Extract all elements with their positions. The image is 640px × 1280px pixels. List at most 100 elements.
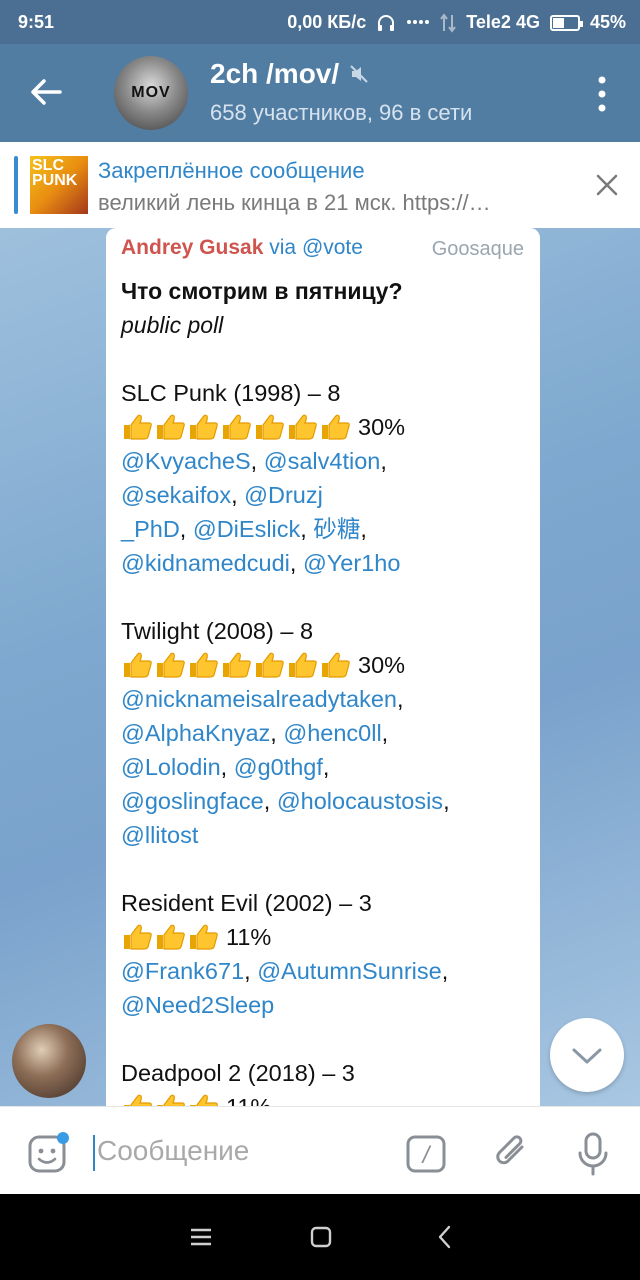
pinned-message-bar[interactable]: SLC PUNK Закреплённое сообщение великий … bbox=[0, 142, 640, 228]
vote-bar bbox=[121, 1092, 220, 1106]
scroll-down-button[interactable] bbox=[550, 1018, 624, 1092]
battery-icon bbox=[549, 14, 583, 31]
thumbs-up-icon bbox=[253, 412, 286, 442]
nav-back-icon[interactable] bbox=[432, 1224, 458, 1250]
via-bot[interactable]: @vote bbox=[302, 236, 363, 259]
poll-question: Что смотрим в пятницу? bbox=[121, 278, 403, 304]
close-icon[interactable] bbox=[594, 172, 620, 198]
nav-menu-icon[interactable] bbox=[188, 1224, 214, 1250]
poll-option-votes: 11% bbox=[121, 920, 526, 954]
data-transfer-icon bbox=[440, 12, 457, 33]
command-icon[interactable]: / bbox=[406, 1135, 446, 1173]
group-avatar-text: MOV bbox=[131, 84, 171, 101]
back-arrow-icon[interactable] bbox=[22, 68, 70, 116]
group-avatar[interactable]: MOV bbox=[114, 56, 188, 130]
voter-mention[interactable]: @Yer1ho bbox=[303, 550, 400, 576]
poll-option-title: Twilight (2008) – 8 bbox=[121, 618, 314, 644]
poll-option: Resident Evil (2002) – 3 11% @Frank671, @A… bbox=[121, 886, 526, 1022]
thumbs-up-icon bbox=[154, 1092, 187, 1106]
voters-line: _PhD, @DiEslick, 砂糖, bbox=[121, 512, 526, 546]
sender-avatar[interactable] bbox=[12, 1024, 86, 1098]
separator: , bbox=[322, 754, 330, 780]
voter-mention[interactable]: @DiEslick bbox=[193, 516, 300, 542]
voter-mention[interactable]: 砂糖 bbox=[313, 516, 360, 542]
poll-option-percent: 30% bbox=[358, 652, 406, 678]
vote-bar bbox=[121, 650, 352, 680]
voter-mention[interactable]: @nicknameisalreadytaken bbox=[121, 686, 397, 712]
poll-option-title: SLC Punk (1998) – 8 bbox=[121, 380, 341, 406]
separator: , bbox=[300, 516, 314, 542]
carrier: Tele2 4G bbox=[466, 12, 540, 32]
thumbs-up-icon bbox=[286, 650, 319, 680]
separator: , bbox=[360, 516, 367, 542]
voter-mention[interactable]: @Need2Sleep bbox=[121, 992, 274, 1018]
message-meta: Andrey Gusak via @vote Goosaque bbox=[121, 236, 526, 270]
mic-icon[interactable] bbox=[574, 1131, 612, 1177]
voter-mention[interactable]: @AlphaKnyaz bbox=[121, 720, 270, 746]
voter-mention[interactable]: @holocaustosis bbox=[277, 788, 443, 814]
thumbs-up-icon bbox=[286, 412, 319, 442]
voter-mention[interactable]: @kidnamedcudi bbox=[121, 550, 290, 576]
voter-mention[interactable]: @Frank671 bbox=[121, 958, 244, 984]
status-bar: 9:51 0,00 КБ/с Tele2 4G 45% bbox=[0, 0, 640, 44]
voter-mention[interactable]: @sekaifox bbox=[121, 482, 231, 508]
chevron-down-icon bbox=[572, 1048, 602, 1064]
poll-option-votes: 30% bbox=[121, 648, 526, 682]
chat-title[interactable]: 2ch /mov/ bbox=[210, 58, 369, 90]
pinned-thumbnail-text: SLC PUNK bbox=[32, 157, 78, 189]
more-vert-icon[interactable] bbox=[594, 74, 610, 114]
thumbs-up-icon bbox=[220, 412, 253, 442]
voter-mention[interactable]: @Druzj bbox=[244, 482, 323, 508]
voter-mention[interactable]: @salv4tion bbox=[264, 448, 381, 474]
message-input-bar: / bbox=[0, 1106, 640, 1194]
voter-mention[interactable]: @henc0ll bbox=[283, 720, 381, 746]
thumbs-up-icon bbox=[121, 412, 154, 442]
pinned-title: Закреплённое сообщение bbox=[98, 158, 365, 183]
poll-option-title: Deadpool 2 (2018) – 3 bbox=[121, 1060, 355, 1086]
voter-mention[interactable]: _PhD bbox=[121, 516, 180, 542]
poll-option: Deadpool 2 (2018) – 3 11% bbox=[121, 1056, 526, 1106]
thumbs-up-icon bbox=[187, 650, 220, 680]
chat-area[interactable]: Andrey Gusak via @vote Goosaque Что смот… bbox=[0, 228, 640, 1106]
separator: , bbox=[381, 720, 389, 746]
thumbs-up-icon bbox=[154, 650, 187, 680]
thumbs-up-icon bbox=[121, 1092, 154, 1106]
sticker-icon[interactable] bbox=[26, 1131, 70, 1175]
chat-header: MOV 2ch /mov/ 658 участников, 96 в сети bbox=[0, 44, 640, 142]
network-speed: 0,00 КБ/с bbox=[287, 12, 367, 32]
separator: , bbox=[220, 754, 234, 780]
voter-mention[interactable]: @llitost bbox=[121, 822, 198, 848]
voters-line: @AlphaKnyaz, @henc0ll, bbox=[121, 716, 526, 750]
voter-mention[interactable]: @Lolodin bbox=[121, 754, 221, 780]
voter-mention[interactable]: @g0thgf bbox=[234, 754, 323, 780]
pinned-thumbnail: SLC PUNK bbox=[30, 156, 88, 214]
attach-icon[interactable] bbox=[492, 1131, 532, 1175]
chat-title-text: 2ch /mov/ bbox=[210, 58, 340, 89]
separator: , bbox=[289, 550, 303, 576]
voters-line: @nicknameisalreadytaken, bbox=[121, 682, 526, 716]
text-caret bbox=[93, 1135, 95, 1171]
voter-mention[interactable]: @goslingface bbox=[121, 788, 264, 814]
voters-line: @sekaifox, @Druzj bbox=[121, 478, 526, 512]
voter-mention[interactable]: @AutumnSunrise bbox=[257, 958, 442, 984]
message-bubble[interactable]: Andrey Gusak via @vote Goosaque Что смот… bbox=[106, 228, 540, 1106]
thumbs-up-icon bbox=[253, 650, 286, 680]
separator: , bbox=[250, 448, 264, 474]
nav-home-icon[interactable] bbox=[308, 1224, 334, 1250]
message-author[interactable]: Andrey Gusak bbox=[121, 236, 263, 259]
thumbs-up-icon bbox=[319, 412, 352, 442]
pinned-text: великий лень кинца в 21 мск. https://… bbox=[98, 190, 491, 215]
poll-subtitle: public poll bbox=[121, 312, 224, 338]
thumbs-up-icon bbox=[187, 1092, 220, 1106]
voters-line: @Lolodin, @g0thgf, bbox=[121, 750, 526, 784]
voters-line: @Need2Sleep bbox=[121, 988, 526, 1022]
voters-line: @KvyacheS, @salv4tion, bbox=[121, 444, 526, 478]
poll-option-percent: 30% bbox=[358, 414, 406, 440]
thumbs-up-icon bbox=[220, 650, 253, 680]
vote-bar bbox=[121, 412, 352, 442]
chat-subtitle: 658 участников, 96 в сети bbox=[210, 100, 473, 125]
poll-option: Twilight (2008) – 8 30% @nicknameisalready… bbox=[121, 614, 526, 852]
message-input[interactable] bbox=[97, 1129, 387, 1173]
poll-options: SLC Punk (1998) – 8 30% @KvyacheS, @salv4t… bbox=[121, 376, 526, 1106]
voter-mention[interactable]: @KvyacheS bbox=[121, 448, 251, 474]
